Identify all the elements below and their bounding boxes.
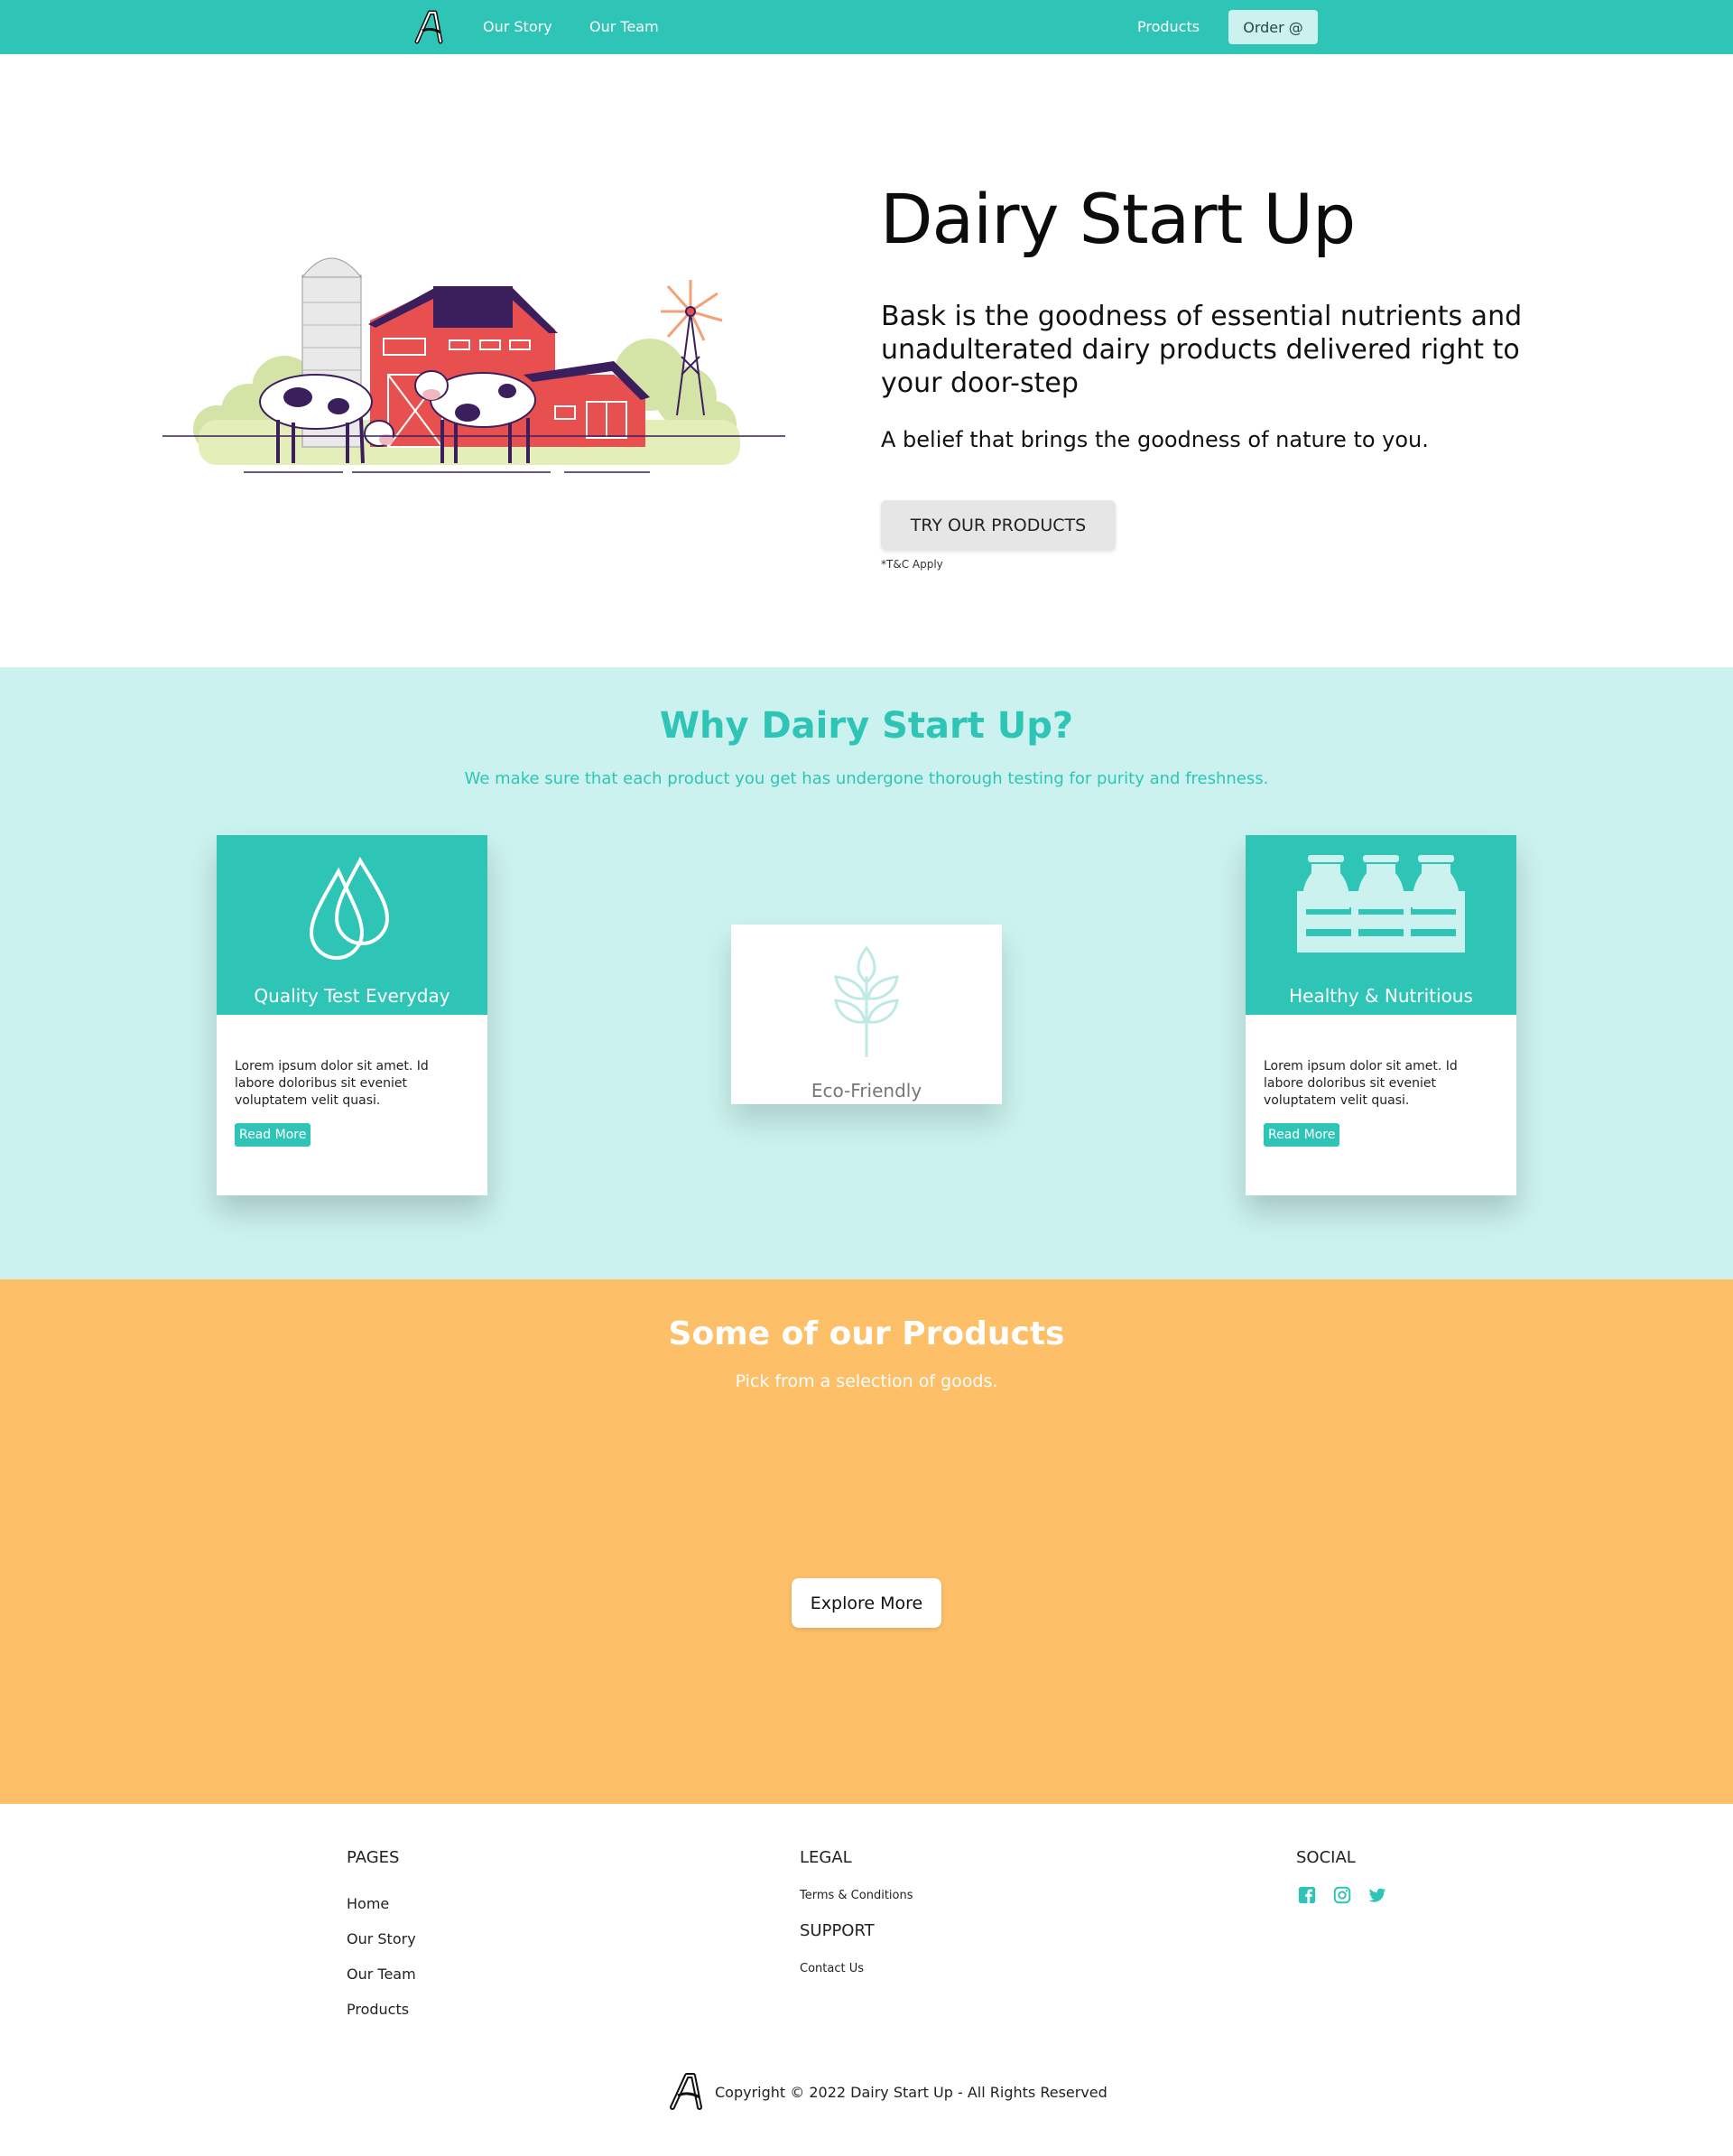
water-drops-icon [309, 856, 390, 960]
footer-link-our-team[interactable]: Our Team [347, 1965, 416, 1983]
card-label: Eco-Friendly [811, 1080, 922, 1101]
facebook-icon[interactable] [1297, 1885, 1317, 1905]
hero-title: Dairy Start Up [880, 179, 1356, 259]
footer-link-home[interactable]: Home [347, 1895, 389, 1912]
twitter-icon[interactable] [1367, 1885, 1387, 1905]
order-button[interactable]: Order @ [1228, 10, 1318, 44]
footer-legal-heading: LEGAL [800, 1848, 852, 1867]
products-section: Some of our Products Pick from a selecti… [0, 1279, 1733, 1804]
card-label: Quality Test Everyday [254, 985, 450, 1007]
card-healthy-nutritious: Healthy & Nutritious Lorem ipsum dolor s… [1246, 835, 1516, 1195]
why-subtitle: We make sure that each product you get h… [464, 769, 1269, 788]
brand-logo[interactable] [413, 9, 446, 45]
social-links [1297, 1885, 1387, 1905]
card-text: Lorem ipsum dolor sit amet. Id labore do… [1264, 1059, 1458, 1108]
footer-pages-heading: PAGES [347, 1848, 400, 1867]
why-title: Why Dairy Start Up? [659, 705, 1074, 747]
footer-social-heading: SOCIAL [1296, 1848, 1356, 1867]
copyright-text: Copyright © 2022 Dairy Start Up - All Ri… [715, 2084, 1107, 2101]
nav-our-team[interactable]: Our Team [589, 18, 659, 35]
card-text: Lorem ipsum dolor sit amet. Id labore do… [235, 1059, 429, 1108]
card-eco-friendly: Eco-Friendly [731, 925, 1002, 1104]
milk-crate-icon [1297, 855, 1465, 953]
footer-link-our-story[interactable]: Our Story [347, 1930, 416, 1947]
read-more-button[interactable]: Read More [1264, 1123, 1340, 1147]
wheat-icon [834, 945, 899, 1057]
top-navbar: Our Story Our Team Products Order @ [0, 0, 1733, 54]
explore-more-button[interactable]: Explore More [792, 1578, 941, 1628]
products-title: Some of our Products [668, 1315, 1065, 1352]
why-section: Why Dairy Start Up? We make sure that ea… [0, 667, 1733, 1279]
footer-link-terms[interactable]: Terms & Conditions [800, 1889, 913, 1902]
nav-our-story[interactable]: Our Story [483, 18, 552, 35]
hero-belief: A belief that brings the goodness of nat… [881, 427, 1429, 452]
instagram-icon[interactable] [1332, 1885, 1352, 1905]
hero-description: Bask is the goodness of essential nutrie… [881, 301, 1523, 399]
card-label: Healthy & Nutritious [1289, 985, 1473, 1007]
card-quality-test: Quality Test Everyday Lorem ipsum dolor … [217, 835, 487, 1195]
nav-products[interactable]: Products [1137, 18, 1200, 35]
read-more-button[interactable]: Read More [235, 1123, 311, 1147]
footer-brand-logo [670, 2073, 702, 2110]
footer-support-heading: SUPPORT [800, 1921, 875, 1940]
card-header: Quality Test Everyday [217, 835, 487, 1015]
farm-illustration [162, 257, 785, 473]
try-products-button[interactable]: TRY OUR PRODUCTS [881, 500, 1116, 550]
products-subtitle: Pick from a selection of goods. [735, 1371, 998, 1391]
footer-link-contact[interactable]: Contact Us [800, 1962, 864, 1975]
card-header: Healthy & Nutritious [1246, 835, 1516, 1015]
footer-link-products[interactable]: Products [347, 2001, 409, 2018]
terms-note: *T&C Apply [881, 558, 943, 571]
